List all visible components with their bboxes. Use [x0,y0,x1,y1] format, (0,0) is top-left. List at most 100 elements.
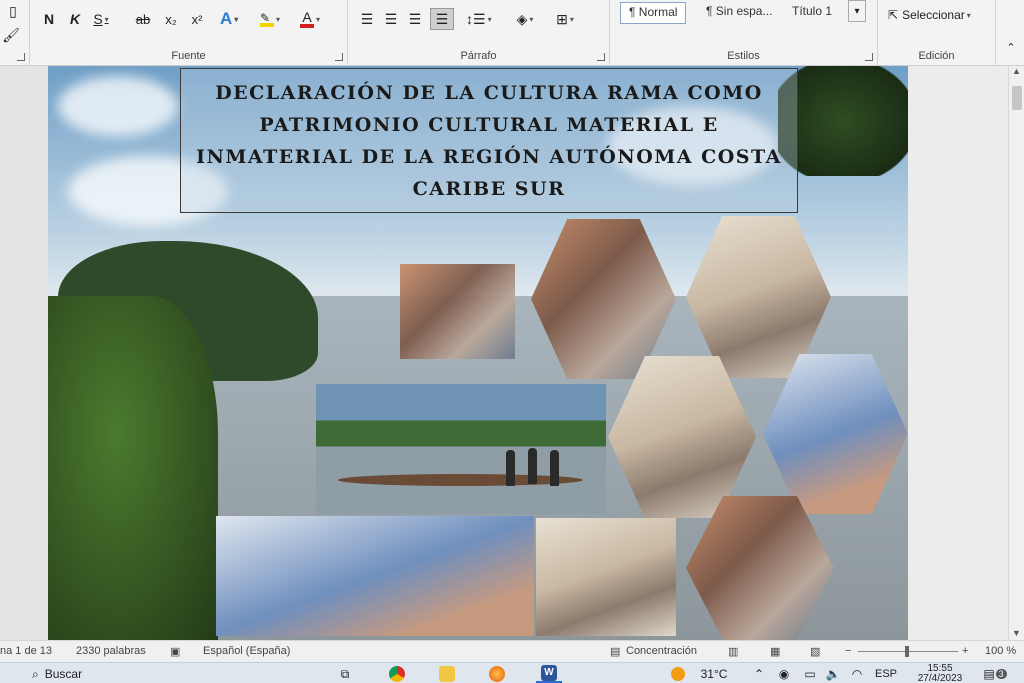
firefox-logo [489,666,505,682]
highlight-button[interactable]: ✎ ▾ [260,8,280,30]
text-effects-button[interactable]: A ▾ [220,8,238,30]
firefox-icon[interactable] [486,665,508,683]
style-normal[interactable]: ¶ Normal [620,2,687,24]
font-color-icon: A [300,10,314,28]
folder-logo [439,666,455,682]
volume-icon[interactable]: 🔈 [824,665,842,683]
notifications-button[interactable]: ▤ 3 [982,665,1008,683]
borders-button[interactable]: ⊞ ▾ [556,8,574,30]
align-right-icon[interactable]: ☰ [406,8,424,30]
styles-group: ¶ Normal ¶ Sin espa... Título 1 ▾ Estilo… [610,0,878,66]
zoom-out-icon[interactable]: − [845,645,851,657]
search-icon: ⌕ [32,666,39,681]
zoom-in-icon[interactable]: + [962,645,968,657]
style-heading-1[interactable]: Título 1 [784,2,840,24]
zoom-slider-thumb[interactable] [905,646,909,657]
chat-icon: ▤ [983,667,995,681]
document-page[interactable]: DECLARACIÓN DE LA CULTURA RAMA COMO PATR… [48,66,908,640]
paragraph-launcher-icon[interactable] [597,53,605,61]
format-painter-icon[interactable]: 🖌 [2,24,20,46]
clipboard-group: ▯ 🖌 [0,0,30,66]
align-center-icon[interactable]: ☰ [382,8,400,30]
sun-icon [671,667,685,681]
text-effects-icon: A [220,9,233,28]
word-count[interactable]: 2330 palabras [76,645,146,657]
chevron-down-icon: ▾ [966,10,971,20]
task-view-icon[interactable]: ⧉ [334,665,356,683]
justify-icon[interactable]: ☰ [430,8,454,30]
borders-icon: ⊞ [556,10,568,27]
photo-river-canoe [316,384,606,514]
person-figure [528,448,537,484]
italic-button[interactable]: K [66,8,84,30]
web-layout-icon[interactable]: ▧ [810,645,820,658]
strikethrough-button[interactable]: ab [134,8,152,30]
editing-group-label: Edición [918,50,955,62]
ribbon: ▯ 🖌 N K S ▾ ab x₂ x² A ▾ ✎ ▾ A ▾ Fuente ☰ ☰ … [0,0,1024,66]
font-color-button[interactable]: A ▾ [300,8,320,30]
chevron-down-icon: ▾ [276,14,281,24]
underline-button[interactable]: S ▾ [92,8,110,30]
align-left-icon[interactable]: ☰ [358,8,376,30]
chevron-down-icon: ▾ [569,14,574,24]
chevron-down-icon: ▾ [234,14,239,24]
styles-launcher-icon[interactable] [865,53,873,61]
read-mode-icon[interactable]: ▥ [728,645,738,658]
page-count[interactable]: na 1 de 13 [0,645,52,657]
title-text-box[interactable]: DECLARACIÓN DE LA CULTURA RAMA COMO PATR… [180,68,798,213]
line-spacing-button[interactable]: ↕☰ ▾ [466,8,492,30]
proofing-icon[interactable]: ▣ [170,645,180,658]
temperature[interactable]: 31°C [694,665,734,683]
input-language[interactable]: ESP [872,665,900,683]
meet-icon[interactable]: ◉ [776,665,792,683]
photo-classroom-meeting [536,518,676,636]
scroll-up-icon[interactable]: ▲ [1012,66,1021,76]
scrollbar-thumb[interactable] [1012,86,1022,110]
focus-mode-button[interactable]: Concentración [626,645,697,657]
clock-date: 27/4/2023 [917,673,963,683]
notification-count: 3 [995,669,1007,679]
bold-button[interactable]: N [40,8,58,30]
style-no-spacing[interactable]: ¶ Sin espa... [698,2,780,24]
editing-group: ⇱ Seleccionar ▾ Edición [878,0,996,66]
focus-icon[interactable]: ▤ [610,645,620,658]
word-taskbar-icon[interactable]: W [536,665,562,683]
print-layout-icon[interactable]: ▦ [770,645,780,658]
battery-icon[interactable]: ▭ [800,665,820,683]
wifi-icon[interactable]: ◠ [848,665,866,683]
language-indicator[interactable]: Español (España) [203,645,290,657]
font-group-label: Fuente [171,50,206,62]
word-logo: W [541,665,557,681]
cursor-icon: ⇱ [888,8,899,22]
chevron-up-icon[interactable]: ⌃ [752,665,766,683]
clipboard-launcher-icon[interactable] [17,53,25,61]
taskbar-search[interactable]: ⌕ Buscar [32,665,112,683]
font-launcher-icon[interactable] [335,53,343,61]
chrome-logo [389,666,405,682]
weather-icon[interactable] [668,665,688,683]
zoom-level[interactable]: 100 % [985,645,1016,657]
vertical-scrollbar[interactable]: ▲ ▼ [1008,66,1024,640]
collapse-ribbon-icon[interactable]: ⌃ [1002,36,1020,58]
search-label: Buscar [44,667,83,681]
highlighter-icon: ✎ [260,11,274,27]
tree-foreground-image [48,296,218,640]
cloud [58,76,178,136]
font-group: N K S ▾ ab x₂ x² A ▾ ✎ ▾ A ▾ Fuente [30,0,348,66]
chrome-icon[interactable] [386,665,408,683]
superscript-button[interactable]: x² [188,8,206,30]
file-explorer-icon[interactable] [436,665,458,683]
chevron-down-icon: ▾ [487,14,492,24]
left-margin [0,66,48,640]
subscript-button[interactable]: x₂ [162,8,180,30]
paint-bucket-icon: ◈ [516,10,528,27]
clock[interactable]: 15:55 27/4/2023 [908,664,972,683]
select-button[interactable]: ⇱ Seleccionar ▾ [888,4,971,26]
copy-icon[interactable]: ▯ [4,0,22,22]
shading-button[interactable]: ◈ ▾ [516,8,534,30]
paragraph-group: ☰ ☰ ☰ ☰ ↕☰ ▾ ◈ ▾ ⊞ ▾ Párrafo [348,0,610,66]
styles-more-icon[interactable]: ▾ [848,0,866,22]
scroll-down-icon[interactable]: ▼ [1012,628,1021,638]
styles-group-label: Estilos [727,50,760,62]
right-margin [908,66,1008,640]
